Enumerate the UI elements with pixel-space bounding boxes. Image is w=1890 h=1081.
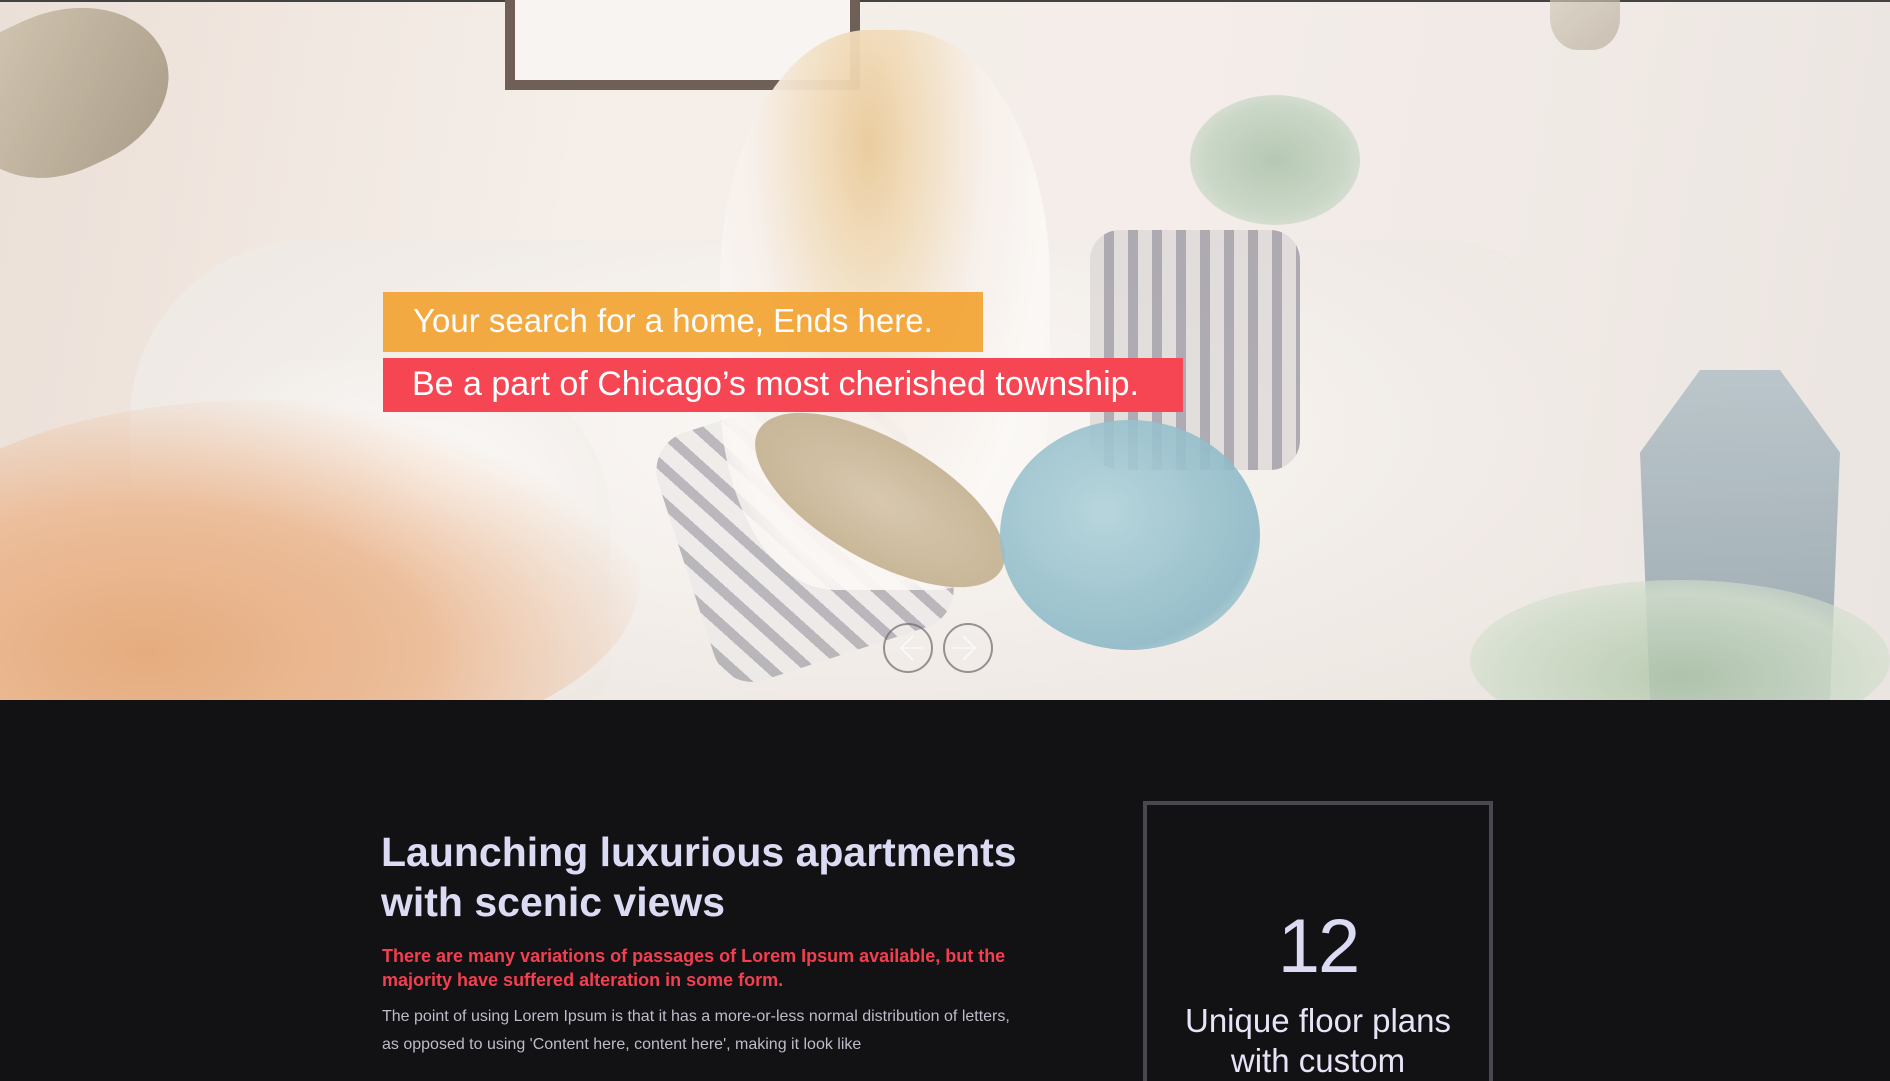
hero-subtagline: Be a part of Chicago’s most cherished to…: [383, 358, 1183, 412]
intro-body: The point of using Lorem Ipsum is that i…: [382, 1008, 1010, 1053]
stat-label: Unique floor plans with custom: [1185, 1002, 1451, 1079]
slider-prev-button[interactable]: [883, 623, 933, 673]
intro-section: Launching luxurious apartments with scen…: [0, 700, 1890, 1081]
stat-number: 12: [1277, 904, 1361, 989]
floor-plans-stat-card: 12 Unique floor plans with custom: [1143, 801, 1493, 1081]
arrow-left-icon: [899, 635, 923, 661]
arrow-right-icon: [953, 635, 977, 661]
hero-tagline: Your search for a home, Ends here.: [383, 292, 983, 352]
hero-slider: Your search for a home, Ends here. Be a …: [0, 0, 1890, 700]
slider-next-button[interactable]: [943, 623, 993, 673]
intro-headline: Launching luxurious apartments with scen…: [381, 829, 1017, 925]
intro-highlight: There are many variations of passages of…: [382, 946, 1006, 990]
